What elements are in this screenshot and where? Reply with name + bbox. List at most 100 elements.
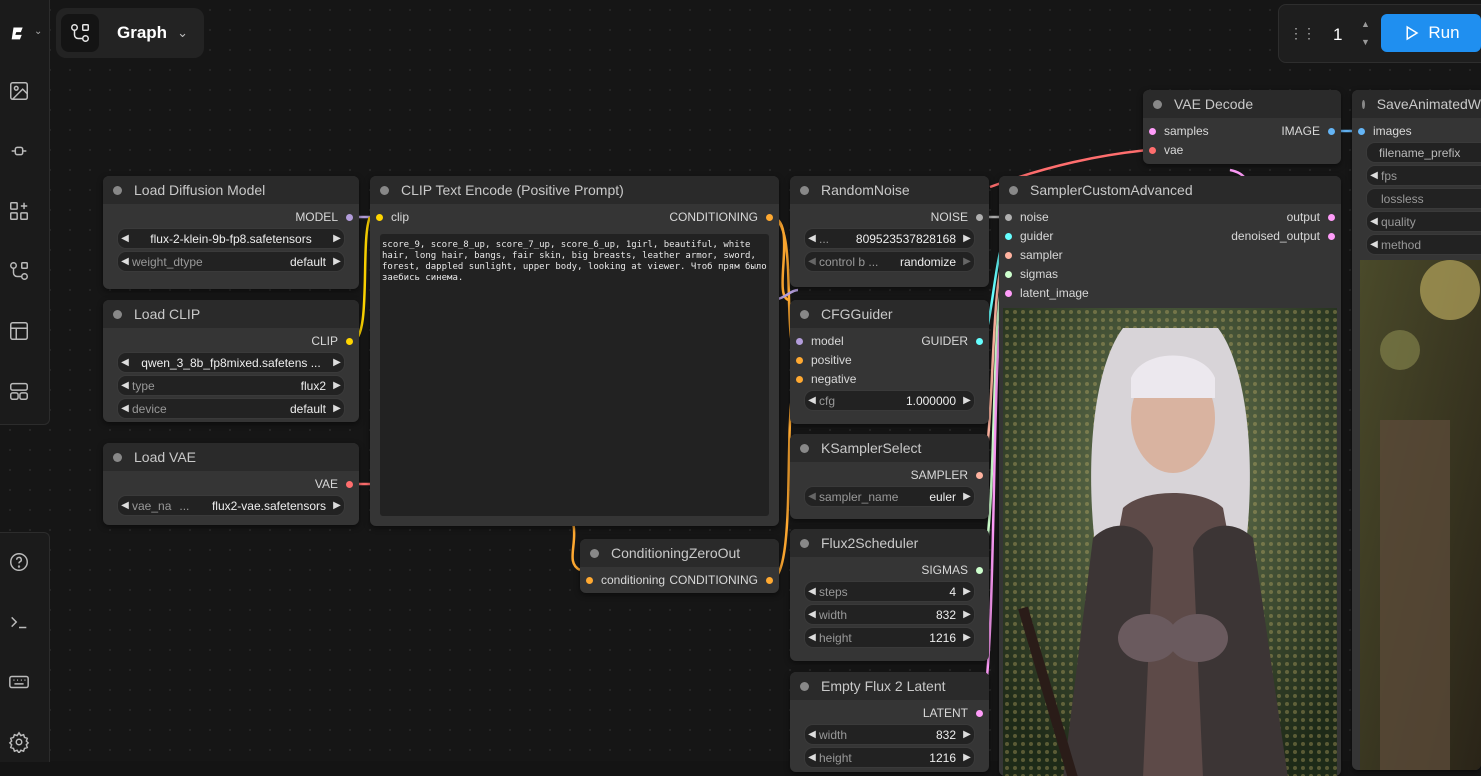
arrow-left-icon[interactable]: ◀ — [805, 729, 819, 740]
output-clip[interactable]: CLIP — [311, 332, 359, 350]
output-sigmas[interactable]: SIGMAS — [921, 561, 989, 579]
arrow-left-icon[interactable]: ◀ — [805, 609, 819, 620]
filename-prefix-input[interactable]: filename_prefix — [1366, 142, 1481, 163]
slot-dot[interactable] — [766, 576, 773, 584]
slot-dot[interactable] — [376, 213, 383, 221]
weight-dtype-combo[interactable]: ◀ weight_dtype default ▶ — [117, 251, 345, 272]
node-cfg-guider[interactable]: CFGGuider model GUIDER positive negative… — [790, 300, 989, 424]
node-vae-decode[interactable]: VAE Decode samples IMAGE vae — [1143, 90, 1341, 164]
nodes-icon[interactable] — [6, 198, 32, 224]
fps-input[interactable]: ◀ fps — [1366, 165, 1481, 186]
slot-dot[interactable] — [796, 337, 803, 345]
slot-dot[interactable] — [1358, 127, 1365, 135]
decrement-icon[interactable]: ▼ — [1361, 37, 1370, 47]
slot-dot[interactable] — [1328, 127, 1335, 135]
node-flux2-scheduler[interactable]: Flux2Scheduler SIGMAS ◀ steps 4 ▶ ◀ width 832… — [790, 529, 989, 661]
input-conditioning[interactable]: conditioning — [580, 571, 665, 589]
method-combo[interactable]: ◀ method — [1366, 234, 1481, 255]
arrow-left-icon[interactable]: ◀ — [805, 752, 819, 763]
settings-icon[interactable] — [6, 729, 32, 755]
input-sampler[interactable]: sampler — [999, 246, 1063, 264]
chevron-down-icon[interactable]: ⌄ — [177, 25, 188, 41]
width-input[interactable]: ◀ width 832 ▶ — [804, 604, 975, 625]
collapse-dot-icon[interactable] — [1153, 99, 1162, 109]
output-latent[interactable]: LATENT — [923, 704, 989, 722]
models-icon[interactable] — [6, 138, 32, 164]
batch-count-input[interactable]: 1 — [1333, 25, 1342, 45]
arrow-left-icon[interactable]: ◀ — [805, 395, 819, 406]
slot-dot[interactable] — [346, 480, 353, 488]
arrow-right-icon[interactable]: ▶ — [330, 500, 344, 511]
arrow-left-icon[interactable]: ◀ — [1367, 170, 1381, 181]
run-button[interactable]: Run — [1381, 14, 1481, 52]
node-sampler-custom-advanced[interactable]: SamplerCustomAdvanced noise output guide… — [999, 176, 1341, 776]
input-positive[interactable]: positive — [790, 351, 852, 369]
arrow-right-icon[interactable]: ▶ — [330, 357, 344, 368]
slot-dot[interactable] — [346, 337, 353, 345]
arrow-right-icon[interactable]: ▶ — [960, 233, 974, 244]
comfy-logo-icon[interactable] — [6, 20, 32, 46]
noise-seed-input[interactable]: ◀... 809523537828168 ▶ — [804, 228, 975, 249]
arrow-right-icon[interactable]: ▶ — [330, 403, 344, 414]
arrow-right-icon[interactable]: ▶ — [960, 491, 974, 502]
output-guider[interactable]: GUIDER — [921, 332, 989, 350]
arrow-left-icon[interactable]: ◀ — [805, 586, 819, 597]
input-samples[interactable]: samples — [1143, 122, 1209, 140]
arrow-left-icon[interactable]: ◀ — [118, 357, 132, 368]
vae-name-combo[interactable]: ◀ vae_na... flux2-vae.safetensors ▶ — [117, 495, 345, 516]
slot-dot[interactable] — [796, 375, 803, 383]
height-input[interactable]: ◀ height 1216 ▶ — [804, 627, 975, 648]
slot-dot[interactable] — [766, 213, 773, 221]
chevron-down-icon[interactable]: ⌄ — [34, 26, 42, 37]
collapse-dot-icon[interactable] — [1362, 99, 1365, 109]
collapse-dot-icon[interactable] — [800, 443, 809, 453]
input-vae[interactable]: vae — [1143, 141, 1183, 159]
workflows-icon[interactable] — [6, 258, 32, 284]
input-latent-image[interactable]: latent_image — [999, 284, 1089, 302]
arrow-right-icon[interactable]: ▶ — [330, 256, 344, 267]
slot-dot[interactable] — [1005, 232, 1012, 240]
input-clip[interactable]: clip — [370, 208, 409, 226]
arrow-left-icon[interactable]: ◀ — [1367, 216, 1381, 227]
arrow-right-icon[interactable]: ▶ — [960, 586, 974, 597]
collapse-dot-icon[interactable] — [800, 681, 809, 691]
arrow-right-icon[interactable]: ▶ — [960, 256, 974, 267]
slot-dot[interactable] — [1328, 213, 1335, 221]
slot-dot[interactable] — [976, 566, 983, 574]
graph-tab[interactable]: Graph ⌄ — [56, 8, 204, 58]
lossless-toggle[interactable]: lossless — [1366, 188, 1481, 209]
node-load-diffusion-model[interactable]: Load Diffusion Model MODEL ◀ flux-2-klein… — [103, 176, 359, 289]
sampler-name-combo[interactable]: ◀ sampler_name euler ▶ — [804, 486, 975, 507]
output-conditioning[interactable]: CONDITIONING — [669, 571, 779, 589]
arrow-left-icon[interactable]: ◀ — [805, 491, 819, 502]
device-combo[interactable]: ◀ device default ▶ — [117, 398, 345, 419]
arrow-left-icon[interactable]: ◀ — [118, 256, 132, 267]
templates-icon[interactable] — [6, 318, 32, 344]
arrow-right-icon[interactable]: ▶ — [960, 609, 974, 620]
arrow-left-icon[interactable]: ◀ — [118, 403, 132, 414]
collapse-dot-icon[interactable] — [113, 309, 122, 319]
slot-dot[interactable] — [976, 471, 983, 479]
input-negative[interactable]: negative — [790, 370, 856, 388]
arrow-right-icon[interactable]: ▶ — [960, 395, 974, 406]
slot-dot[interactable] — [976, 709, 983, 717]
arrow-right-icon[interactable]: ▶ — [960, 752, 974, 763]
slot-dot[interactable] — [1005, 289, 1012, 297]
node-load-vae[interactable]: Load VAE VAE ◀ vae_na... flux2-vae.safeten… — [103, 443, 359, 525]
layout-icon[interactable] — [6, 378, 32, 404]
arrow-left-icon[interactable]: ◀ — [805, 632, 819, 643]
output-vae[interactable]: VAE — [315, 475, 359, 493]
slot-dot[interactable] — [1328, 232, 1335, 240]
arrow-left-icon[interactable]: ◀ — [118, 500, 132, 511]
input-noise[interactable]: noise — [999, 208, 1049, 226]
type-combo[interactable]: ◀ type flux2 ▶ — [117, 375, 345, 396]
drag-handle-icon[interactable]: ⋮⋮ — [1289, 25, 1316, 42]
slot-dot[interactable] — [796, 356, 803, 364]
node-save-animated-webp[interactable]: SaveAnimatedW images filename_prefix ◀ fp… — [1352, 90, 1481, 770]
output-noise[interactable]: NOISE — [931, 208, 989, 226]
slot-dot[interactable] — [1005, 213, 1012, 221]
collapse-dot-icon[interactable] — [590, 548, 599, 558]
prompt-textarea[interactable]: score_9, score_8_up, score_7_up, score_6… — [380, 234, 769, 516]
arrow-left-icon[interactable]: ◀ — [805, 233, 819, 244]
input-model[interactable]: model — [790, 332, 844, 350]
